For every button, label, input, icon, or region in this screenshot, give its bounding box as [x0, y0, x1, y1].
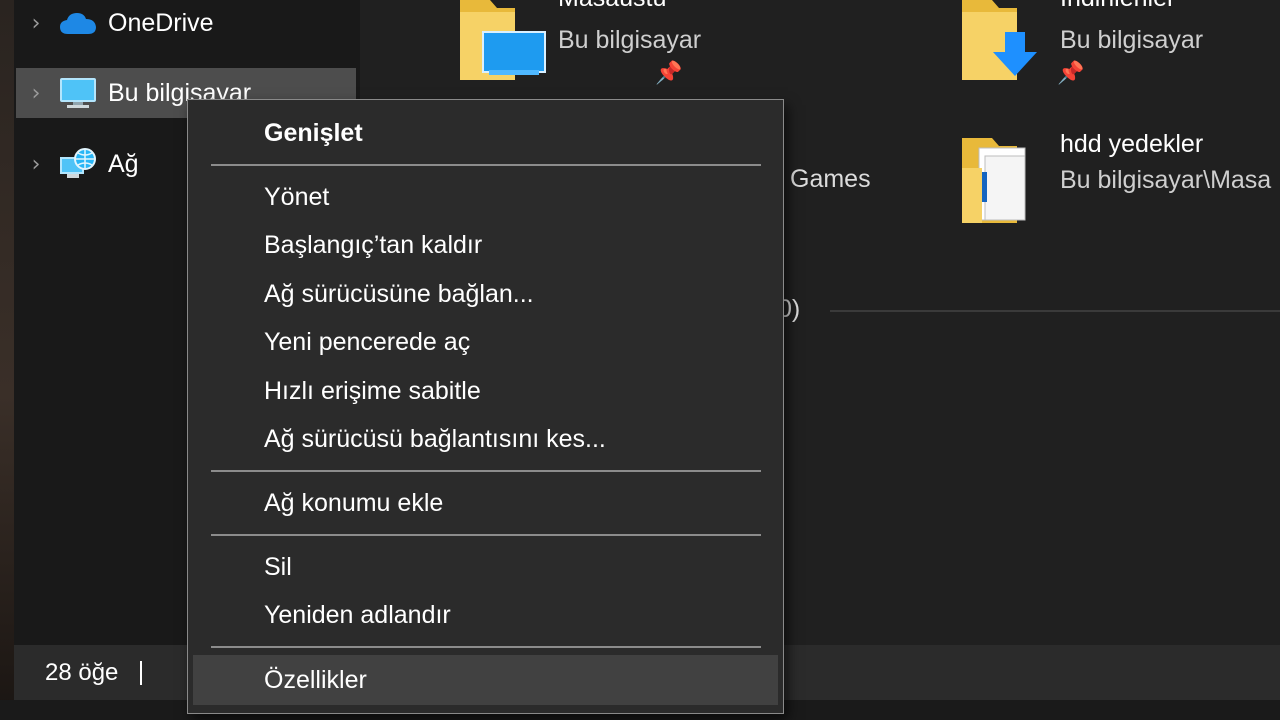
menu-separator [211, 646, 761, 648]
chevron-right-icon[interactable]: › [16, 152, 56, 177]
menu-separator [211, 534, 761, 536]
nav-label-network: Ağ [108, 149, 139, 178]
menu-item-map-network-drive[interactable]: Ağ sürücüsüne bağlan... [188, 270, 783, 318]
desktop-edge [0, 0, 14, 720]
network-globe-icon [56, 147, 100, 181]
pin-icon: 📌 [1057, 60, 1085, 85]
menu-item-disconnect-drive[interactable]: Ağ sürücüsü bağlantısını kes... [188, 415, 783, 463]
chevron-right-icon[interactable]: › [16, 81, 56, 106]
tile-hdd-backups[interactable]: hdd yedekler Bu bilgisayar\Masa [957, 128, 1280, 238]
section-divider [830, 310, 1280, 312]
chevron-right-icon[interactable]: › [16, 11, 56, 36]
desktop-folder-icon [460, 0, 546, 80]
menu-item-add-network-location[interactable]: Ağ konumu ekle [188, 479, 783, 527]
tile-downloads-name: İndirilenler [1060, 0, 1175, 13]
downloads-folder-icon [962, 0, 1037, 80]
tile-downloads-location: Bu bilgisayar [1060, 26, 1204, 54]
tile-games-name-partial: Games [790, 165, 871, 193]
tile-desktop-name: Masaüstü [558, 0, 666, 13]
pin-icon: 📌 [655, 60, 683, 85]
context-menu: Genişlet Yönet Başlangıç’tan kaldır Ağ s… [187, 99, 784, 714]
tile-desktop-location: Bu bilgisayar [558, 26, 702, 54]
menu-item-rename[interactable]: Yeniden adlandır [188, 591, 783, 639]
menu-item-properties[interactable]: Özellikler [193, 655, 778, 705]
status-separator [140, 660, 143, 685]
menu-item-delete[interactable]: Sil [188, 543, 783, 591]
tile-hdd-name: hdd yedekler [1060, 130, 1204, 158]
item-count: 28 öğe [45, 658, 119, 686]
menu-item-expand[interactable]: Genişlet [188, 109, 783, 157]
this-pc-monitor-icon [56, 76, 100, 110]
tile-hdd-location: Bu bilgisayar\Masa [1060, 166, 1272, 194]
menu-separator [211, 470, 761, 472]
nav-item-onedrive[interactable]: › OneDrive [16, 0, 356, 48]
menu-item-pin-quick-access[interactable]: Hızlı erişime sabitle [188, 367, 783, 415]
tile-downloads[interactable]: İndirilenler Bu bilgisayar 📌 [957, 0, 1277, 90]
onedrive-cloud-icon [56, 6, 100, 40]
document-folder-icon [962, 138, 1026, 223]
nav-label-onedrive: OneDrive [108, 8, 214, 37]
tile-desktop[interactable]: Masaüstü Bu bilgisayar 📌 [455, 0, 755, 90]
menu-item-open-new-window[interactable]: Yeni pencerede aç [188, 318, 783, 366]
menu-item-manage[interactable]: Yönet [188, 173, 783, 221]
menu-separator [211, 164, 761, 166]
menu-item-unpin-start[interactable]: Başlangıç’tan kaldır [188, 221, 783, 269]
